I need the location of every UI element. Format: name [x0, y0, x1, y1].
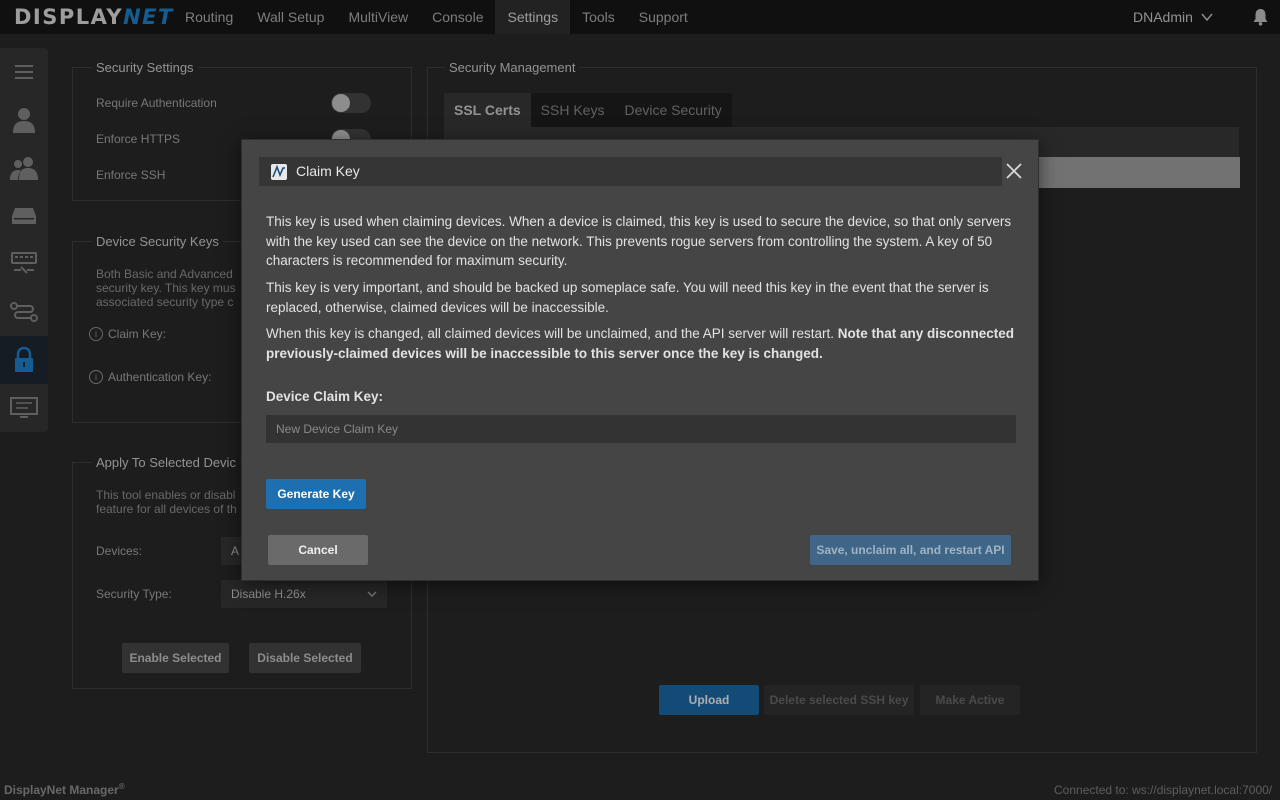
cancel-button[interactable]: Cancel — [268, 535, 368, 565]
dialog-paragraph-1: This key is used when claiming devices. … — [266, 214, 1012, 268]
dialog-paragraph-3-text: When this key is changed, all claimed de… — [266, 326, 838, 341]
app-logo-icon — [271, 164, 287, 180]
save-unclaim-restart-button[interactable]: Save, unclaim all, and restart API — [810, 535, 1011, 565]
dialog-header: Claim Key — [259, 157, 1002, 186]
close-icon[interactable] — [1005, 162, 1023, 180]
generate-key-button[interactable]: Generate Key — [266, 479, 366, 509]
device-claim-key-label: Device Claim Key: — [266, 389, 384, 404]
claim-key-dialog: Claim Key This key is used when claiming… — [241, 139, 1039, 581]
dialog-title: Claim Key — [296, 163, 360, 179]
device-claim-key-input[interactable] — [266, 415, 1016, 443]
dialog-paragraph-2: This key is very important, and should b… — [266, 280, 989, 315]
dialog-paragraph-3: When this key is changed, all claimed de… — [266, 324, 1016, 363]
